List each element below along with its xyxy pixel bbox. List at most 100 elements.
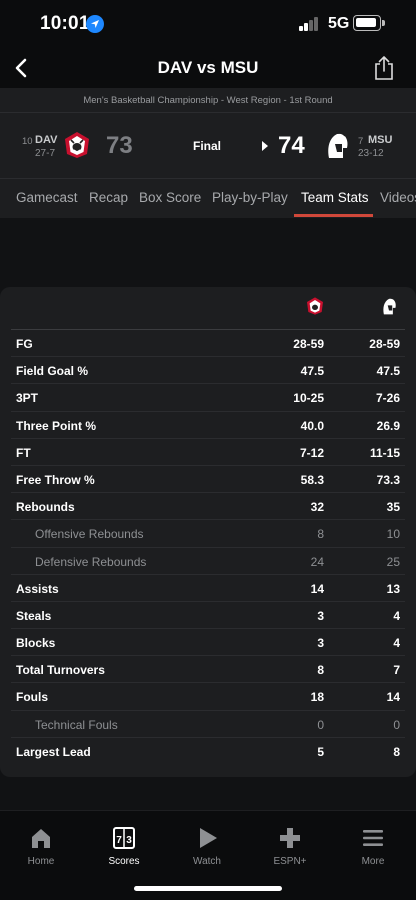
stat-row: Free Throw % 58.3 73.3: [11, 466, 405, 494]
stat-home-value: 7-26: [375, 391, 400, 406]
stat-label: Largest Lead: [16, 744, 91, 759]
active-tab-indicator: [294, 214, 373, 217]
bottom-tab-label: Home: [27, 856, 55, 867]
stat-away-value: 18: [310, 690, 324, 705]
bottom-tab-more[interactable]: More: [340, 825, 406, 867]
stat-row: Three Point % 40.0 26.9: [11, 412, 405, 439]
stat-home-value: 25: [386, 554, 400, 569]
stat-row: Assists 14 13: [11, 575, 405, 602]
stat-home-value: 28-59: [369, 337, 400, 351]
stat-away-value: 10-25: [293, 391, 324, 406]
bottom-tab-label: Scores: [108, 856, 140, 867]
status-bar: 10:01 5G: [0, 0, 416, 48]
bottom-tab-scores[interactable]: 7 3 Scores: [91, 825, 157, 867]
bottom-tab-label: Watch: [193, 856, 221, 867]
home-indicator: [134, 886, 282, 891]
stat-away-value: 3: [317, 636, 324, 651]
bottom-tab-home[interactable]: Home: [8, 825, 74, 867]
signal-icon: [299, 17, 319, 31]
stat-label: Field Goal %: [16, 364, 89, 379]
stat-away-value: 0: [317, 717, 324, 732]
wildcat-logo-icon: [65, 132, 89, 158]
play-icon: [200, 828, 217, 848]
stat-home-value: 8: [393, 744, 400, 759]
location-arrow-icon: [86, 15, 104, 33]
stat-row: Fouls 18 14: [11, 683, 405, 711]
stat-label: Rebounds: [16, 500, 75, 515]
away-team-abbr[interactable]: DAV: [35, 134, 57, 146]
spartan-helmet-icon: [328, 132, 348, 158]
stat-label: Steals: [16, 608, 52, 623]
winner-arrow-icon: [262, 141, 268, 151]
bottom-tab-watch[interactable]: Watch: [174, 825, 240, 867]
stat-label: Blocks: [16, 636, 56, 651]
bottom-tab-label: ESPN+: [273, 856, 307, 867]
stat-away-value: 14: [310, 581, 324, 596]
battery-icon: [353, 15, 385, 31]
team-stats-card: FG 28-59 28-59 Field Goal % 47.5 47.5 3PT 10-25…: [0, 287, 416, 777]
network-label: 5G: [328, 15, 350, 32]
stat-away-value: 58.3: [300, 472, 324, 487]
stat-label: Three Point %: [16, 418, 97, 433]
menu-icon: [363, 830, 383, 846]
stat-row: Defensive Rebounds 24 25: [11, 548, 405, 575]
divider: [0, 112, 416, 113]
stat-home-value: 4: [393, 608, 400, 623]
nav-header: DAV vs MSU: [0, 48, 416, 88]
stat-home-value: 7: [393, 663, 400, 678]
share-button[interactable]: [372, 54, 396, 82]
stat-label: Fouls: [16, 690, 48, 705]
scores-icon: 7 3: [113, 827, 135, 849]
stat-home-value: 73.3: [376, 472, 400, 487]
stat-label: 3PT: [16, 391, 39, 406]
stat-away-value: 32: [310, 500, 324, 515]
plus-icon: [280, 828, 300, 848]
stat-home-value: 4: [393, 636, 400, 651]
bottom-tab-label: More: [361, 856, 385, 867]
stat-row: 3PT 10-25 7-26: [11, 384, 405, 412]
tab-recap[interactable]: Recap: [89, 190, 128, 205]
bottom-tab-espn-plus[interactable]: ESPN+: [257, 825, 323, 867]
home-icon: [32, 829, 50, 848]
share-icon: [375, 56, 393, 80]
tab-gamecast[interactable]: Gamecast: [16, 190, 78, 205]
stat-home-value: 13: [386, 581, 400, 596]
stats-table: FG 28-59 28-59 Field Goal % 47.5 47.5 3PT 10-25…: [0, 330, 416, 765]
stat-row: Technical Fouls 0 0: [11, 711, 405, 738]
tab-bar: Gamecast Recap Box Score Play-by-Play Te…: [0, 178, 416, 218]
stat-away-value: 40.0: [300, 418, 324, 433]
wildcat-logo-icon: [307, 297, 323, 315]
stat-row: Rebounds 32 35: [11, 493, 405, 521]
away-team-record: 27-7: [35, 148, 56, 159]
stat-row: Total Turnovers 8 7: [11, 656, 405, 684]
tab-videos[interactable]: Videos: [380, 190, 416, 205]
away-team-rank: 10: [22, 136, 33, 147]
home-team-abbr[interactable]: MSU: [368, 134, 392, 146]
stat-row: Offensive Rebounds 8 10: [11, 520, 405, 548]
stat-label: FG: [16, 337, 33, 351]
home-column-logo: [380, 296, 398, 316]
stat-label: Assists: [16, 581, 59, 596]
away-column-logo: [305, 296, 325, 316]
tab-box-score[interactable]: Box Score: [139, 190, 201, 205]
stat-home-value: 35: [386, 500, 400, 515]
home-team-score: 74: [278, 132, 305, 159]
home-team-logo[interactable]: [323, 130, 351, 160]
stat-row: Steals 3 4: [11, 602, 405, 630]
tab-play-by-play[interactable]: Play-by-Play: [212, 190, 288, 205]
game-status: Final: [193, 139, 222, 153]
away-team-logo[interactable]: [62, 130, 92, 160]
stat-away-value: 47.5: [300, 364, 324, 379]
stat-row: FT 7-12 11-15: [11, 439, 405, 466]
page-title: DAV vs MSU: [157, 58, 259, 77]
stat-row: Blocks 3 4: [11, 629, 405, 657]
stat-label: Offensive Rebounds: [35, 527, 144, 542]
stat-away-value: 8: [317, 527, 324, 542]
stat-home-value: 26.9: [376, 418, 400, 433]
tab-team-stats[interactable]: Team Stats: [301, 190, 369, 205]
svg-text:3: 3: [126, 835, 132, 846]
game-subtitle: Men's Basketball Championship - West Reg…: [83, 95, 333, 106]
stat-label: Technical Fouls: [35, 717, 118, 732]
stat-away-value: 5: [317, 744, 324, 759]
stat-away-value: 7-12: [299, 445, 324, 460]
